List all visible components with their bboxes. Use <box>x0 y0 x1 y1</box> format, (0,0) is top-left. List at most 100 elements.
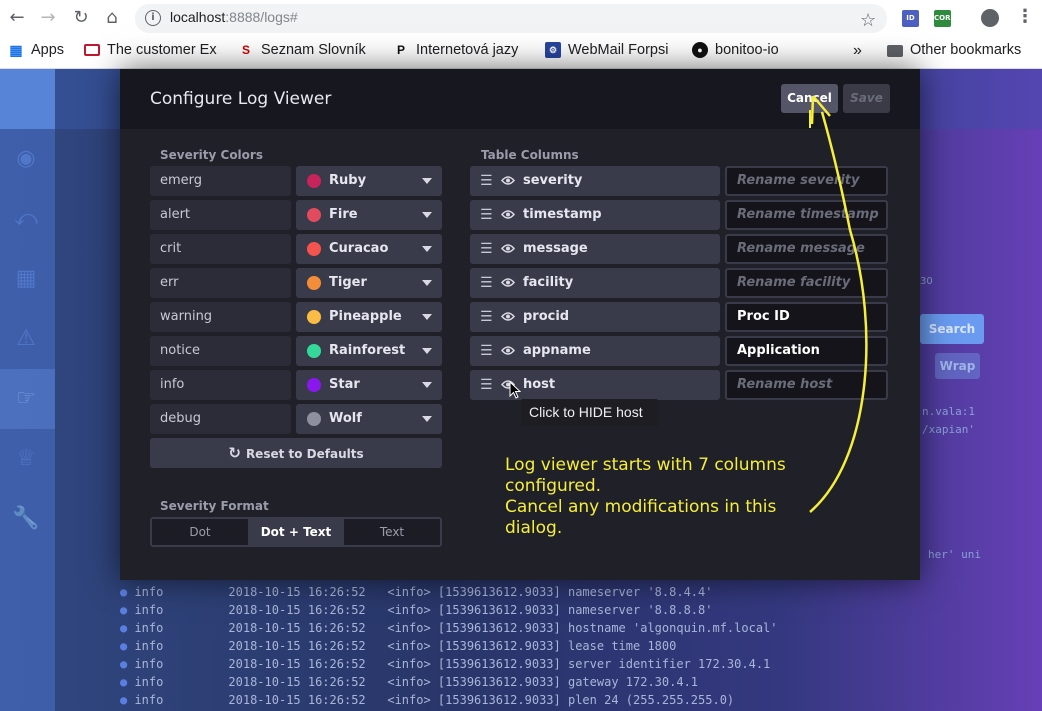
eye-icon[interactable] <box>501 345 515 356</box>
color-dropdown-notice[interactable]: Rainforest <box>296 336 442 366</box>
bookmark-label: Apps <box>31 42 65 58</box>
rename-host-input[interactable]: Rename host <box>725 370 888 400</box>
table-row[interactable]: ● info 2018-10-15 16:26:52 <info> [15396… <box>120 657 778 675</box>
extension-icon[interactable]: ID <box>902 10 919 27</box>
severity-format-label: Severity Format <box>160 499 269 513</box>
rename-procid-input[interactable]: Proc ID <box>725 302 888 332</box>
severity-colors-label: Severity Colors <box>160 148 263 162</box>
drag-handle-icon[interactable]: ☰ <box>480 234 493 264</box>
search-button[interactable]: Search <box>920 314 984 344</box>
drag-handle-icon[interactable]: ☰ <box>480 200 493 230</box>
column-row-procid[interactable]: ☰ procid <box>470 302 720 332</box>
message: <info> [1539613612.9033] server identifi… <box>387 657 771 671</box>
color-dropdown-crit[interactable]: Curacao <box>296 234 442 264</box>
bookmark-webmail[interactable]: ⚙ WebMail Forpsi <box>545 42 668 58</box>
caret-down-icon <box>422 212 432 218</box>
color-dropdown-info[interactable]: Star <box>296 370 442 400</box>
rename-message-input[interactable]: Rename message <box>725 234 888 264</box>
color-dropdown-alert[interactable]: Fire <box>296 200 442 230</box>
color-name: Pineapple <box>329 309 402 324</box>
format-option-text[interactable]: Text <box>344 519 440 545</box>
column-row-host[interactable]: ☰ host <box>470 370 720 400</box>
save-button[interactable]: Save <box>843 84 890 113</box>
more-bookmarks-label: » <box>853 42 862 59</box>
address-bar[interactable]: i localhost:8888/logs# ☆ <box>135 4 887 33</box>
bookmark-apps[interactable]: ▦ Apps <box>8 42 64 58</box>
table-row[interactable]: ● info 2018-10-15 16:26:52 <info> [15396… <box>120 603 778 621</box>
bookmark-label: Seznam Slovník <box>261 42 366 58</box>
drag-handle-icon[interactable]: ☰ <box>480 166 493 196</box>
menu-icon[interactable]: ⋮ <box>1016 6 1034 27</box>
severity-dot: ● <box>120 603 135 617</box>
severity-name: warning <box>150 302 291 332</box>
drag-handle-icon[interactable]: ☰ <box>480 336 493 366</box>
caret-down-icon <box>422 280 432 286</box>
profile-avatar[interactable] <box>981 9 999 27</box>
eye-icon[interactable] <box>501 243 515 254</box>
table-columns-label: Table Columns <box>481 148 579 162</box>
color-name: Star <box>329 377 360 392</box>
wrap-button[interactable]: Wrap <box>935 353 980 379</box>
color-dropdown-debug[interactable]: Wolf <box>296 404 442 434</box>
color-name: Wolf <box>329 411 362 426</box>
home-icon[interactable]: ⌂ <box>102 8 122 28</box>
table-row[interactable]: ● info 2018-10-15 16:26:52 <info> [15396… <box>120 585 778 603</box>
caret-down-icon <box>422 314 432 320</box>
table-row[interactable]: ● info 2018-10-15 16:26:52 <info> [15396… <box>120 621 778 639</box>
format-option-dot-text[interactable]: Dot + Text <box>248 519 344 545</box>
column-row-timestamp[interactable]: ☰ timestamp <box>470 200 720 230</box>
reset-to-defaults-button[interactable]: ↻ Reset to Defaults <box>150 438 442 468</box>
browser-toolbar: ← → ↻ ⌂ i localhost:8888/logs# ☆ ID CORS… <box>0 0 1042 37</box>
rename-timestamp-input[interactable]: Rename timestamp <box>725 200 888 230</box>
drag-handle-icon[interactable]: ☰ <box>480 302 493 332</box>
rename-appname-input[interactable]: Application <box>725 336 888 366</box>
info-icon[interactable]: i <box>145 10 161 26</box>
color-dropdown-emerg[interactable]: Ruby <box>296 166 442 196</box>
timestamp: 2018-10-15 16:26:52 <box>228 603 366 617</box>
column-row-message[interactable]: ☰ message <box>470 234 720 264</box>
forward-icon[interactable]: → <box>38 8 58 28</box>
eye-icon[interactable] <box>501 277 515 288</box>
dialog-header: Configure Log Viewer Cancel Save <box>120 69 920 129</box>
column-row-facility[interactable]: ☰ facility <box>470 268 720 298</box>
severity-text: info <box>134 603 164 617</box>
severity-name: info <box>150 370 291 400</box>
github-icon: ● <box>692 42 708 58</box>
eye-icon[interactable] <box>501 175 515 186</box>
rename-severity-input[interactable]: Rename severity <box>725 166 888 196</box>
color-swatch <box>307 412 321 426</box>
format-option-dot[interactable]: Dot <box>152 519 248 545</box>
apps-grid-icon: ▦ <box>9 42 23 58</box>
column-row-appname[interactable]: ☰ appname <box>470 336 720 366</box>
color-dropdown-err[interactable]: Tiger <box>296 268 442 298</box>
table-row[interactable]: ● info 2018-10-15 16:26:52 <info> [15396… <box>120 693 778 711</box>
message: <info> [1539613612.9033] nameserver '8.8… <box>387 603 713 617</box>
bookmark-bonitoo[interactable]: ● bonitoo-io <box>692 42 779 58</box>
eye-icon[interactable] <box>501 209 515 220</box>
color-name: Rainforest <box>329 343 406 358</box>
bookmark-internetova[interactable]: P Internetová jazy <box>393 42 530 58</box>
color-dropdown-warning[interactable]: Pineapple <box>296 302 442 332</box>
p-icon: P <box>396 43 405 57</box>
bookmark-other[interactable]: Other bookmarks <box>887 42 1021 58</box>
url-text[interactable]: localhost:8888/logs# <box>170 9 298 25</box>
column-row-severity[interactable]: ☰ severity <box>470 166 720 196</box>
column-name: appname <box>523 343 591 358</box>
cors-extension-icon[interactable]: CORS <box>934 10 956 27</box>
drag-handle-icon[interactable]: ☰ <box>480 370 493 400</box>
cancel-button[interactable]: Cancel <box>781 84 838 113</box>
table-row[interactable]: ● info 2018-10-15 16:26:52 <info> [15396… <box>120 639 778 657</box>
drag-handle-icon[interactable]: ☰ <box>480 268 493 298</box>
back-icon[interactable]: ← <box>7 8 27 28</box>
bookmark-customer[interactable]: The customer Ex <box>84 42 224 58</box>
rename-facility-input[interactable]: Rename facility <box>725 268 888 298</box>
eye-icon[interactable] <box>501 311 515 322</box>
bookmark-seznam[interactable]: S Seznam Slovník <box>238 42 378 58</box>
log-fragment: her' uni <box>928 548 981 561</box>
message: <info> [1539613612.9033] lease time 1800 <box>387 639 677 653</box>
reload-icon[interactable]: ↻ <box>71 8 91 28</box>
star-icon[interactable]: ☆ <box>860 10 876 31</box>
table-row[interactable]: ● info 2018-10-15 16:26:52 <info> [15396… <box>120 675 778 693</box>
reset-label: Reset to Defaults <box>245 447 364 461</box>
more-bookmarks[interactable]: » <box>853 42 862 60</box>
